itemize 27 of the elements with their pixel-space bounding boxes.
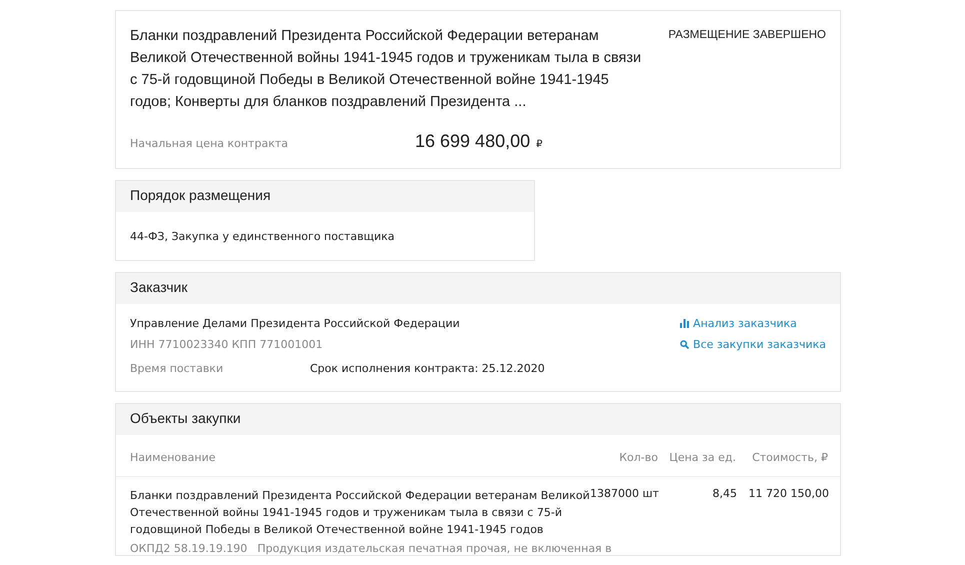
delivery-label: Время поставки bbox=[130, 362, 224, 375]
currency-sign: ₽ bbox=[536, 139, 542, 150]
cost-cell-text: 11 720 150,00 bbox=[747, 487, 829, 502]
section-title: Заказчик bbox=[130, 279, 188, 295]
purchase-title: Бланки поздравлений Президента Российской Федерации ветеранам Великой Отечественной войны 1941-1945 годов и труженикам тыла в связи с 75-й годовщиной Победы в Великой Отечественной войне 1941-1945 годов; Конверты для бланков поздравлений Президента ... bbox=[130, 27, 642, 112]
quantity-cell-text: 1387000 шт bbox=[590, 487, 659, 502]
customer-link[interactable]: Анализ заказчика bbox=[680, 317, 797, 330]
bar-chart-icon bbox=[680, 319, 690, 328]
column-header: Стоимость, ₽ bbox=[751, 451, 828, 464]
delivery-value: Срок исполнения контракта: 25.12.2020 bbox=[310, 362, 545, 375]
item-code-text: Продукция издательская печатная прочая, не включенная в bbox=[257, 542, 612, 555]
placement-text: 44-ФЗ, Закупка у единственного поставщика bbox=[130, 230, 395, 243]
unit-price-cell-text: 8,45 bbox=[711, 487, 737, 502]
price-label: Начальная цена контракта bbox=[130, 137, 289, 150]
customer-link[interactable]: Все закупки заказчика bbox=[680, 338, 826, 351]
column-header: Цена за ед. bbox=[668, 451, 736, 464]
column-header: Кол-во bbox=[618, 451, 658, 464]
section-title: Объекты закупки bbox=[130, 410, 241, 426]
item-code: ОКПД2 58.19.19.190 bbox=[130, 542, 248, 555]
customer-ids: ИНН 7710023340 КПП 771001001 bbox=[130, 338, 324, 351]
customer-name: Управление Делами Президента Российской Федерации bbox=[130, 317, 461, 330]
section-title: Порядок размещения bbox=[130, 187, 271, 203]
column-header: Наименование bbox=[130, 451, 216, 464]
status-label: РАЗМЕЩЕНИЕ ЗАВЕРШЕНО bbox=[668, 29, 826, 43]
item-name: Бланки поздравлений Президента Российской Федерации ветеранам Великой Отечественной войны 1941-1945 годов и труженикам тыла в связи с 75-й годовщиной Победы в Великой Отечественной войне 1941-1945 годов bbox=[130, 488, 590, 538]
search-icon bbox=[680, 340, 690, 349]
price-value: 16 699 480,00 bbox=[415, 131, 530, 152]
